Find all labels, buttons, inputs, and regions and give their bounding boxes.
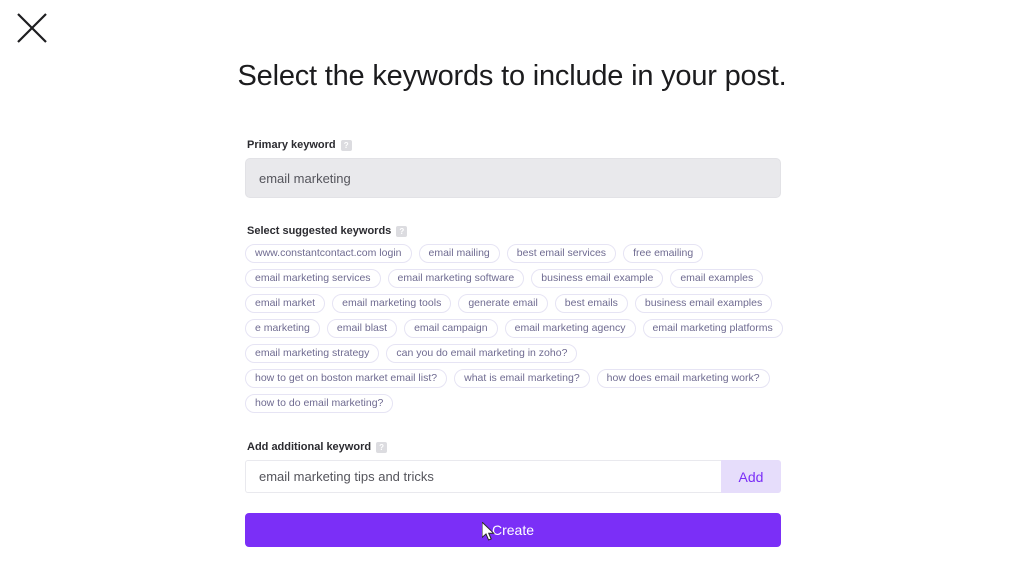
keyword-form: Primary keyword ? Select suggested keywo… (245, 138, 783, 493)
keyword-chip[interactable]: can you do email marketing in zoho? (386, 344, 578, 363)
keyword-chip[interactable]: www.constantcontact.com login (245, 244, 412, 263)
suggested-keywords-label-text: Select suggested keywords (247, 225, 392, 237)
additional-keyword-input[interactable] (245, 460, 721, 493)
keyword-chip[interactable]: best email services (506, 244, 617, 263)
primary-keyword-label-text: Primary keyword (247, 139, 336, 151)
keyword-chip[interactable]: email marketing software (387, 269, 525, 288)
close-icon (17, 13, 47, 43)
close-button[interactable] (14, 10, 50, 46)
keyword-chip[interactable]: what is email marketing? (454, 369, 590, 388)
keyword-chip[interactable]: how does email marketing work? (596, 369, 770, 388)
help-icon[interactable]: ? (340, 139, 352, 151)
keyword-chip[interactable]: email marketing agency (504, 319, 636, 338)
suggested-keyword-chip-list: www.constantcontact.com login email maili… (245, 244, 785, 413)
keyword-chip[interactable]: best emails (554, 294, 628, 313)
primary-keyword-label: Primary keyword ? (247, 138, 781, 152)
keyword-chip[interactable]: email mailing (418, 244, 500, 263)
help-icon[interactable]: ? (376, 441, 388, 453)
additional-keyword-row: Add (245, 460, 781, 493)
keyword-chip[interactable]: how to get on boston market email list? (245, 369, 448, 388)
suggested-keywords-label: Select suggested keywords ? (247, 224, 781, 238)
additional-keyword-label: Add additional keyword ? (247, 440, 781, 454)
page-title: Select the keywords to include in your p… (237, 60, 787, 92)
add-keyword-button[interactable]: Add (721, 460, 781, 493)
help-icon[interactable]: ? (396, 225, 408, 237)
keyword-chip[interactable]: email examples (670, 269, 764, 288)
keyword-chip[interactable]: email marketing tools (332, 294, 452, 313)
primary-keyword-input[interactable] (245, 158, 781, 198)
keyword-chip[interactable]: business email examples (634, 294, 773, 313)
keyword-chip[interactable]: email market (245, 294, 326, 313)
keyword-chip[interactable]: business email example (531, 269, 664, 288)
additional-keyword-label-text: Add additional keyword (247, 441, 372, 453)
keyword-chip[interactable]: free emailing (623, 244, 704, 263)
keyword-chip[interactable]: e marketing (245, 319, 320, 338)
keyword-chip[interactable]: generate email (458, 294, 548, 313)
keyword-chip[interactable]: email blast (326, 319, 398, 338)
keyword-chip[interactable]: email marketing platforms (642, 319, 783, 338)
keyword-chip[interactable]: how to do email marketing? (245, 394, 394, 413)
create-button[interactable]: Create (245, 513, 781, 547)
keyword-chip[interactable]: email campaign (404, 319, 498, 338)
keyword-chip[interactable]: email marketing services (245, 269, 381, 288)
keyword-chip[interactable]: email marketing strategy (245, 344, 380, 363)
